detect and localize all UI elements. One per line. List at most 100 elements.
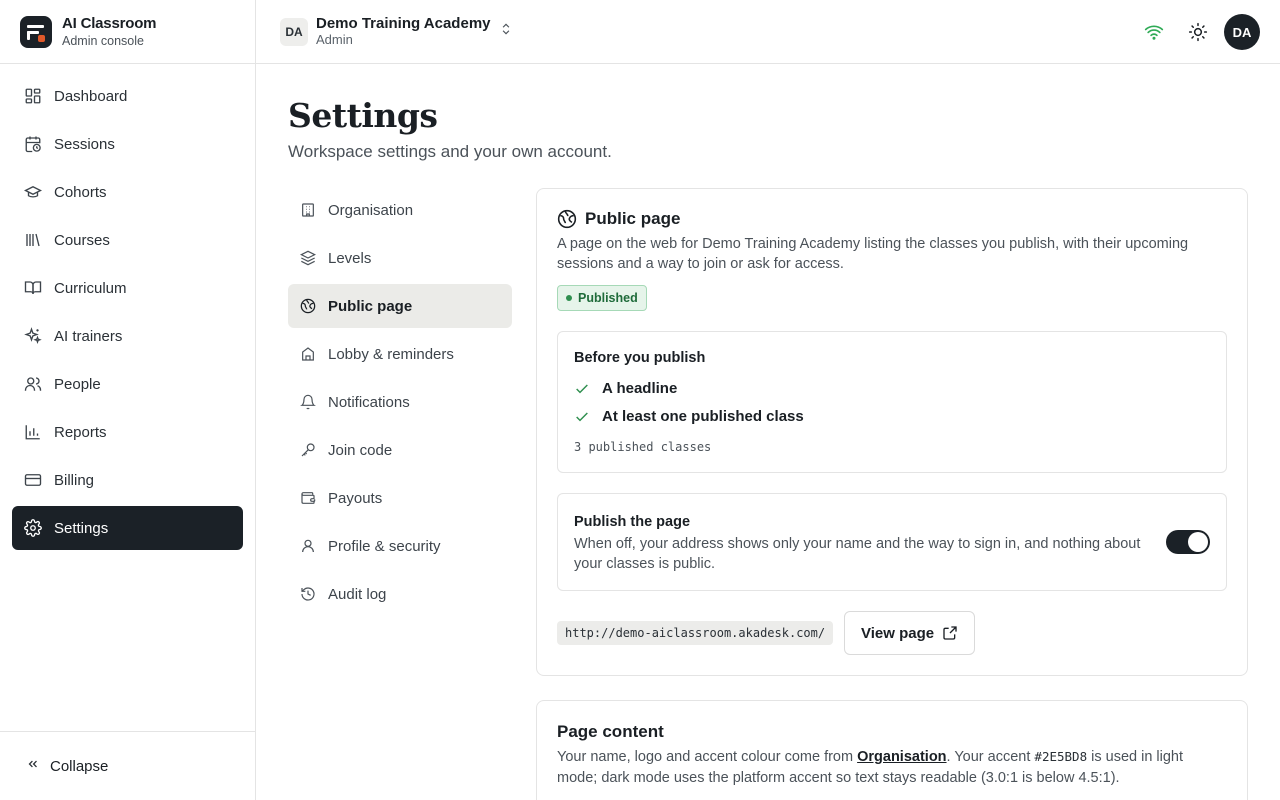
- checklist-item-label: At least one published class: [602, 408, 804, 425]
- publish-toggle-description: When off, your address shows only your n…: [574, 536, 1141, 572]
- sidebar-item-curriculum[interactable]: Curriculum: [12, 266, 243, 310]
- sidebar-item-label: Reports: [54, 423, 107, 441]
- public-page-header: Public page: [557, 209, 680, 229]
- book-open-icon: [24, 279, 42, 297]
- subnav-item-audit-log[interactable]: Audit log: [288, 572, 512, 616]
- sidebar-item-label: Billing: [54, 471, 95, 489]
- subnav-item-label: Lobby & reminders: [328, 345, 454, 363]
- graduation-cap-icon: [24, 183, 42, 201]
- sidebar-item-settings[interactable]: Settings: [12, 506, 243, 550]
- subnav-item-lobby-reminders[interactable]: Lobby & reminders: [288, 332, 512, 376]
- building-icon: [300, 202, 316, 218]
- checklist-item: A headline: [574, 380, 677, 397]
- published-status-badge: Published: [557, 285, 647, 311]
- status-dot-icon: [566, 295, 572, 301]
- subnav-item-payouts[interactable]: Payouts: [288, 476, 512, 520]
- subnav-item-notifications[interactable]: Notifications: [288, 380, 512, 424]
- external-link-icon: [942, 625, 958, 641]
- checklist-title: Before you publish: [574, 350, 706, 366]
- chevrons-up-down-icon: [499, 22, 513, 41]
- sidebar-nav: Dashboard Sessions Cohorts Courses Curri…: [0, 64, 255, 550]
- app-subtitle: Admin console: [62, 33, 144, 48]
- sidebar-item-sessions[interactable]: Sessions: [12, 122, 243, 166]
- page-content-description: Your name, logo and accent colour come f…: [557, 746, 1217, 789]
- topbar-actions: DA: [1144, 14, 1260, 50]
- user-icon: [300, 538, 316, 554]
- subnav-item-label: Payouts: [328, 489, 383, 507]
- subnav-item-label: Profile & security: [328, 537, 441, 555]
- sidebar-item-label: AI trainers: [54, 327, 123, 345]
- public-page-title: Public page: [585, 209, 681, 228]
- key-icon: [300, 442, 316, 458]
- sidebar-item-people[interactable]: People: [12, 362, 243, 406]
- globe-icon: [557, 209, 577, 229]
- checklist-item-label: A headline: [602, 380, 678, 397]
- desc-text: Your name, logo and accent colour come f…: [557, 749, 858, 765]
- collapse-label: Collapse: [50, 757, 109, 775]
- sidebar-item-label: Courses: [54, 231, 110, 249]
- subnav-item-levels[interactable]: Levels: [288, 236, 512, 280]
- publish-toggle-title: Publish the page: [574, 514, 691, 530]
- subnav-item-label: Public page: [328, 297, 413, 315]
- lobby-icon: [300, 346, 316, 362]
- public-url: http://demo-aiclassroom.akadesk.com/: [557, 621, 834, 645]
- user-avatar[interactable]: DA: [1224, 14, 1260, 50]
- sidebar-item-label: Dashboard: [54, 87, 128, 105]
- toggle-knob: [1188, 532, 1208, 552]
- publish-toggle-panel: Publish the page When off, your address …: [557, 493, 1227, 591]
- app-title: AI Classroom: [62, 14, 157, 32]
- brand[interactable]: AI Classroom Admin console: [0, 0, 255, 64]
- subnav-item-public-page[interactable]: Public page: [288, 284, 512, 328]
- subnav-item-label: Join code: [328, 441, 393, 459]
- app-logo-icon: [20, 15, 52, 48]
- sidebar: AI Classroom Admin console Dashboard Ses…: [0, 0, 256, 800]
- publish-checklist: Before you publish A headline At least o…: [557, 331, 1227, 473]
- sidebar-item-courses[interactable]: Courses: [12, 218, 243, 262]
- publish-page-toggle[interactable]: [1166, 530, 1210, 554]
- page-title: Settings: [288, 96, 438, 135]
- calendar-clock-icon: [24, 135, 42, 153]
- users-icon: [24, 375, 42, 393]
- subnav-item-label: Audit log: [328, 585, 387, 603]
- sidebar-item-label: Sessions: [54, 135, 115, 153]
- org-name: Demo Training Academy: [316, 15, 491, 32]
- sidebar-item-dashboard[interactable]: Dashboard: [12, 74, 243, 118]
- credit-card-icon: [24, 471, 42, 489]
- globe-icon: [300, 298, 316, 314]
- page-subtitle: Workspace settings and your own account.: [288, 142, 612, 161]
- view-page-label: View page: [861, 624, 935, 642]
- subnav-item-profile-security[interactable]: Profile & security: [288, 524, 512, 568]
- sidebar-item-label: Settings: [54, 519, 109, 537]
- history-icon: [300, 586, 316, 602]
- accent-color-code: #2E5BD8: [1034, 749, 1088, 764]
- bell-icon: [300, 394, 316, 410]
- sidebar-item-label: Curriculum: [54, 279, 127, 297]
- published-classes-count: 3 published classes: [574, 440, 712, 454]
- check-icon: [574, 381, 590, 397]
- sidebar-item-cohorts[interactable]: Cohorts: [12, 170, 243, 214]
- public-page-card: Public page A page on the web for Demo T…: [536, 188, 1248, 676]
- view-page-button[interactable]: View page: [844, 611, 976, 655]
- org-switcher[interactable]: DA Demo Training Academy Admin: [280, 15, 513, 48]
- topbar: DA Demo Training Academy Admin DA: [256, 0, 1280, 64]
- organisation-link[interactable]: Organisation: [857, 749, 946, 765]
- subnav-item-label: Levels: [328, 249, 372, 267]
- org-initials-badge: DA: [280, 17, 308, 46]
- page-content-title: Page content: [557, 722, 664, 741]
- collapse-button[interactable]: Collapse: [0, 731, 255, 800]
- layers-icon: [300, 250, 316, 266]
- sparkles-icon: [24, 327, 42, 345]
- sidebar-item-label: People: [54, 375, 101, 393]
- subnav-item-organisation[interactable]: Organisation: [288, 188, 512, 232]
- theme-toggle-sun-icon[interactable]: [1188, 22, 1208, 42]
- dashboard-icon: [24, 87, 42, 105]
- sidebar-item-ai-trainers[interactable]: AI trainers: [12, 314, 243, 358]
- subnav-item-label: Organisation: [328, 201, 414, 219]
- status-badge-label: Published: [578, 291, 638, 305]
- sidebar-item-reports[interactable]: Reports: [12, 410, 243, 454]
- checklist-item: At least one published class: [574, 408, 804, 425]
- bar-chart-icon: [24, 423, 42, 441]
- sidebar-item-billing[interactable]: Billing: [12, 458, 243, 502]
- subnav-item-join-code[interactable]: Join code: [288, 428, 512, 472]
- page-content-card: Page content Your name, logo and accent …: [536, 700, 1248, 800]
